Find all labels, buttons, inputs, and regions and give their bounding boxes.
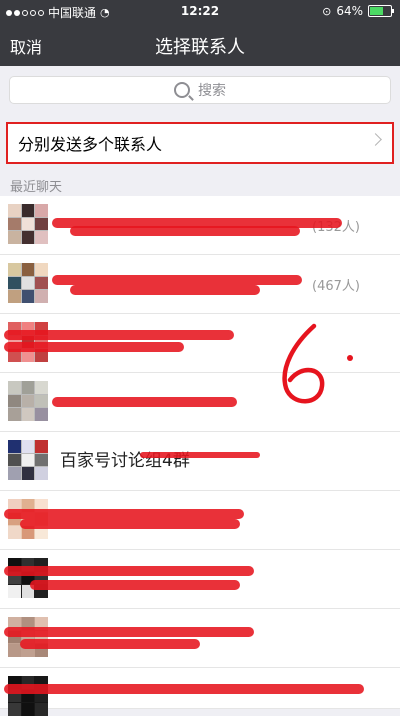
- recent-chat-list: (132人) (467人): [0, 196, 400, 716]
- redaction-scribble: [4, 330, 234, 340]
- handwritten-six-annotation: 6: [270, 320, 353, 404]
- section-header-recent: 最近聊天: [10, 180, 63, 195]
- multi-send-label: 分别发送多个联系人: [18, 135, 163, 154]
- redaction-scribble: [4, 509, 244, 519]
- redaction-scribble: [4, 627, 254, 637]
- member-count: (467人): [312, 279, 360, 294]
- list-item[interactable]: [0, 668, 400, 716]
- group-avatar: [8, 617, 48, 657]
- chevron-right-icon: [369, 133, 382, 146]
- list-item[interactable]: [0, 550, 400, 609]
- search-box[interactable]: 搜索: [9, 76, 394, 105]
- group-avatar: [8, 440, 48, 480]
- group-avatar: [8, 676, 48, 716]
- page-title: 选择联系人: [155, 37, 245, 58]
- redaction-scribble: [52, 397, 237, 407]
- group-avatar: [8, 381, 48, 421]
- redaction-scribble: [52, 275, 302, 285]
- battery-icon: [368, 5, 394, 17]
- redaction-scribble: [20, 519, 240, 529]
- redaction-scribble: [4, 684, 364, 694]
- chat-name: 百家号讨论组4群: [60, 451, 190, 471]
- redaction-scribble: [70, 226, 300, 236]
- status-bar: 中国联通 ◔ 12:22 ⊙ 64%: [0, 0, 400, 22]
- group-avatar: [8, 558, 48, 598]
- list-item[interactable]: 百家号讨论组4群: [0, 432, 400, 491]
- search-input[interactable]: [10, 77, 394, 105]
- redaction-scribble: [140, 452, 260, 458]
- list-item[interactable]: [0, 491, 400, 550]
- rotation-lock-icon: ⊙: [322, 4, 332, 18]
- list-item[interactable]: (132人): [0, 196, 400, 255]
- redaction-scribble: [70, 285, 260, 295]
- list-item[interactable]: (467人): [0, 255, 400, 314]
- group-avatar: [8, 263, 48, 303]
- redaction-scribble: [20, 639, 200, 649]
- redaction-scribble: [4, 342, 184, 352]
- nav-bar: 取消 选择联系人: [0, 22, 400, 66]
- multi-send-row[interactable]: 分别发送多个联系人: [6, 122, 394, 164]
- list-item[interactable]: [0, 609, 400, 668]
- redaction-scribble: [30, 580, 240, 590]
- status-right: ⊙ 64%: [322, 4, 394, 18]
- annotation-text: 6: [270, 320, 271, 321]
- search-area: 搜索: [0, 66, 400, 116]
- battery-percent: 64%: [336, 4, 363, 18]
- redaction-scribble: [4, 566, 254, 576]
- group-avatar: [8, 204, 48, 244]
